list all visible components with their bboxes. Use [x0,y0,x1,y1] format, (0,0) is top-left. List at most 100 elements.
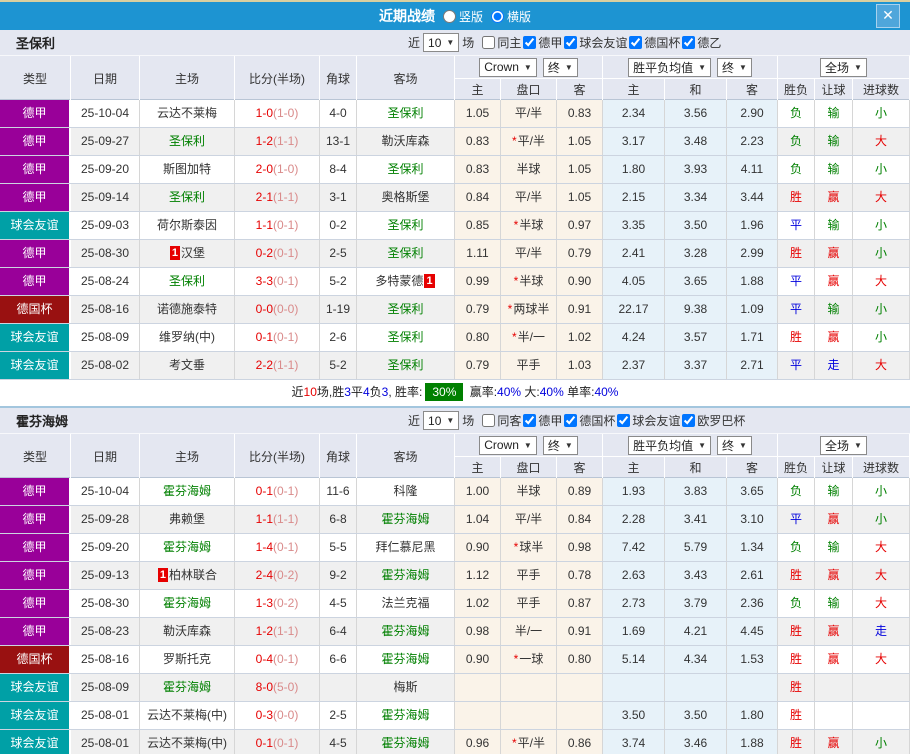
recent-count-select[interactable]: 10 ▼ [423,411,460,430]
league-tag: 德甲 [0,240,69,267]
europe-away-odds: 1.53 [727,646,778,673]
europe-odds-select[interactable]: 胜平负均值 ▼ [628,57,711,77]
summary-text: 40% [497,385,522,399]
corners-cell: 6-8 [320,506,357,533]
halftime-score: (1-1) [273,624,299,638]
score-cell: 1-1(0-1) [235,212,320,239]
result-handicap-cell: 赢 [815,730,853,754]
away-team-name: 圣保利 [387,330,424,344]
league-checkbox-1[interactable] [564,36,578,49]
halftime-score: (0-2) [273,596,299,610]
scope-select[interactable]: 全场 ▼ [820,435,867,455]
home-team-name: 荷尔斯泰因 [156,218,217,232]
league-checkbox-1[interactable] [564,414,578,427]
home-team-name: 柏林联合 [169,568,218,582]
europe-away-odds: 4.45 [727,618,778,645]
result-handicap-cell: 赢 [815,324,853,351]
date-cell: 25-08-24 [71,268,140,295]
league-checkbox-0[interactable] [523,414,537,427]
corners-cell [320,674,357,701]
league-checkbox-3[interactable] [682,414,696,427]
away-team-cell: 霍芬海姆 [357,562,455,589]
handicap-text: 平手 [516,358,541,372]
type-cell: 德甲 [0,618,71,645]
summary-text: 负 [369,385,382,399]
same-venue-checkbox[interactable] [482,414,496,427]
same-venue-checkbox[interactable] [482,36,496,49]
score-cell: 0-3(0-0) [235,702,320,729]
column-header: 主场 [140,56,235,100]
bookmaker-select[interactable]: Crown ▼ [479,57,537,77]
home-team-cell: 斯图加特 [140,156,235,183]
win-rate-badge: 30% [425,383,464,401]
corners-cell: 5-2 [320,352,357,379]
away-team-cell: 霍芬海姆 [357,730,455,754]
europe-final-select[interactable]: 终 ▼ [717,57,752,77]
crown-home-odds: 0.90 [455,534,501,561]
filter-controls: 近 10 ▼ 场 同客 德甲 德国杯 球会友谊 欧罗巴杯 [408,411,745,430]
crown-home-odds: 0.83 [455,156,501,183]
date-cell: 25-09-28 [71,506,140,533]
europe-odds-select[interactable]: 胜平负均值 ▼ [628,435,711,455]
fulltime-score: 2-2 [255,358,273,372]
corners-cell: 2-5 [320,702,357,729]
halftime-score: (0-1) [273,484,299,498]
league-checkbox-3[interactable] [682,36,696,49]
type-cell: 德甲 [0,478,71,505]
league-tag: 德国杯 [0,646,69,673]
result-handicap-cell: 赢 [815,562,853,589]
asian-final-select[interactable]: 终 ▼ [542,435,578,455]
handicap-text: 平手 [516,568,541,582]
scope-select[interactable]: 全场 ▼ [820,57,867,77]
league-tag: 德甲 [0,478,69,505]
type-cell: 德甲 [0,268,71,295]
home-team-name: 云达不莱梅(中) [147,708,227,722]
europe-away-odds: 4.11 [727,156,778,183]
dropdown-arrow-icon: ▼ [564,440,573,450]
handicap-cell: 半球 [501,156,557,183]
europe-home-odds: 2.73 [603,590,665,617]
fulltime-score: 0-0 [255,302,273,316]
league-checkbox-2[interactable] [617,414,631,427]
europe-draw-odds: 4.34 [665,646,727,673]
handicap-text: 半/一 [514,624,543,638]
score-cell: 2-1(1-1) [235,184,320,211]
handicap-cell: 平手 [501,352,557,379]
bookmaker-select[interactable]: Crown ▼ [479,435,537,455]
europe-final-select[interactable]: 终 ▼ [717,435,752,455]
result-goals-cell: 大 [853,184,910,211]
corners-cell: 4-5 [320,590,357,617]
column-header: 角球 [320,56,357,100]
result-goals-cell: 小 [853,324,910,351]
crown-home-odds: 1.04 [455,506,501,533]
recent-results-window: 近期战绩 竖版 横版 ✕ 圣保利近 10 ▼ 场同主 德甲 球会友谊 德国杯 德乙 类型 日期 主场… [0,0,910,754]
layout-horizontal-option[interactable]: 横版 [491,8,531,25]
home-team-name: 弗赖堡 [168,512,205,526]
asian-final-select[interactable]: 终 ▼ [542,57,578,77]
layout-vertical-option[interactable]: 竖版 [442,8,483,25]
result-wdl-cell: 平 [778,352,815,379]
home-team-name: 汉堡 [181,246,206,260]
crown-home-odds [455,674,501,701]
league-checkbox-2[interactable] [629,36,643,49]
home-team-cell: 霍芬海姆 [140,674,235,701]
layout-vertical-radio[interactable] [442,9,456,23]
europe-draw-odds: 3.50 [665,212,727,239]
handicap-star: * [513,540,519,554]
away-team-name: 奥格斯堡 [381,190,430,204]
layout-horizontal-radio[interactable] [491,9,504,23]
column-subheader: 胜负 [778,457,815,478]
recent-count-select[interactable]: 10 ▼ [423,33,460,52]
europe-away-odds: 1.88 [727,730,778,754]
match-row: 德国杯 25-08-16 罗斯托克 0-4(0-1) 6-6 霍芬海姆 0.90 *一球 0.8… [0,646,910,674]
result-goals-cell: 小 [853,212,910,239]
close-icon[interactable]: ✕ [876,4,900,28]
europe-draw-odds [665,674,727,701]
type-cell: 德国杯 [0,296,71,323]
league-checkbox-0[interactable] [523,36,537,49]
date-cell: 25-10-04 [71,478,140,505]
home-team-name: 圣保利 [168,134,205,148]
europe-draw-odds: 5.79 [665,534,727,561]
date-cell: 25-08-16 [71,646,140,673]
crown-away-odds: 1.05 [557,184,603,211]
